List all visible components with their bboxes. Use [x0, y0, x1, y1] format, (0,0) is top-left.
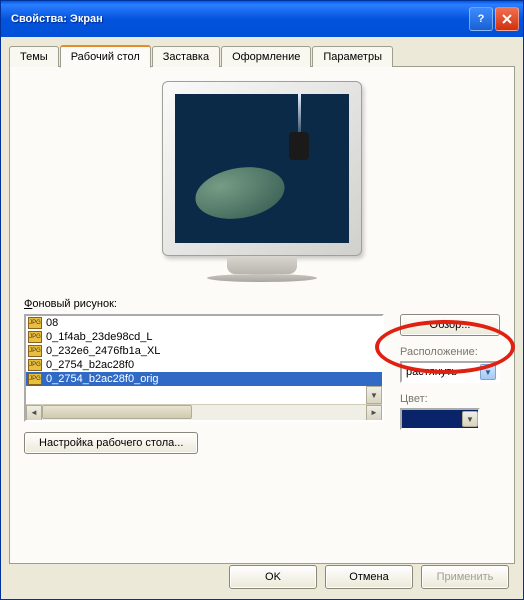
jpg-icon: JPG	[28, 373, 42, 385]
monitor-preview-wrap	[24, 81, 500, 282]
tab-appearance[interactable]: Оформление	[221, 46, 311, 67]
list-item[interactable]: JPG 08	[26, 316, 382, 330]
list-item[interactable]: JPG 0_232e6_2476fb1a_XL	[26, 344, 382, 358]
customize-desktop-button[interactable]: Настройка рабочего стола...	[24, 432, 198, 454]
ok-button[interactable]: OK	[229, 565, 317, 589]
list-item-label: 0_1f4ab_23de98cd_L	[46, 331, 152, 343]
hscroll-left-button[interactable]: ◄	[26, 405, 42, 421]
position-value: растянуть	[406, 366, 480, 378]
jpg-icon: JPG	[28, 359, 42, 371]
position-dropdown[interactable]: растянуть ▼	[400, 361, 500, 383]
monitor-frame	[162, 81, 362, 256]
window-title: Свойства: Экран	[11, 13, 469, 25]
tab-strip: Темы Рабочий стол Заставка Оформление Па…	[9, 45, 515, 67]
titlebar: Свойства: Экран ?	[1, 1, 523, 37]
color-picker[interactable]: ▼	[400, 408, 480, 430]
tab-panel-desktop: Фоновый рисунок: JPG 08 JPG 0_1f4ab_23de…	[9, 66, 515, 564]
titlebar-buttons: ?	[469, 7, 519, 31]
chevron-down-icon: ▼	[462, 411, 478, 427]
close-icon	[501, 13, 513, 25]
jpg-icon: JPG	[28, 345, 42, 357]
close-button[interactable]	[495, 7, 519, 31]
right-column: Обзор... Расположение: растянуть ▼ Цвет:…	[400, 314, 500, 430]
hscroll-thumb[interactable]	[42, 405, 192, 419]
list-item-label: 0_232e6_2476fb1a_XL	[46, 345, 160, 357]
cancel-button[interactable]: Отмена	[325, 565, 413, 589]
jpg-icon: JPG	[28, 317, 42, 329]
chevron-down-icon: ▼	[480, 364, 496, 380]
jpg-icon: JPG	[28, 331, 42, 343]
wallpaper-diver	[289, 132, 309, 160]
list-item[interactable]: JPG 0_2754_b2ac28f0_orig	[26, 372, 382, 386]
browse-button[interactable]: Обзор...	[400, 314, 500, 336]
wallpaper-submarine	[191, 161, 288, 226]
monitor-base	[207, 274, 317, 282]
customize-row: Настройка рабочего стола...	[24, 432, 388, 454]
hscroll-right-button[interactable]: ►	[366, 405, 382, 421]
background-listbox[interactable]: JPG 08 JPG 0_1f4ab_23de98cd_L JPG 0_232e…	[24, 314, 384, 422]
dialog-body: Темы Рабочий стол Заставка Оформление Па…	[1, 37, 523, 573]
position-label: Расположение:	[400, 346, 500, 358]
list-item[interactable]: JPG 0_1f4ab_23de98cd_L	[26, 330, 382, 344]
vscroll-down-button[interactable]: ▼	[366, 386, 382, 404]
display-properties-window: Свойства: Экран ? Темы Рабочий стол Заст…	[0, 0, 524, 600]
monitor-stand	[227, 256, 297, 274]
tab-settings[interactable]: Параметры	[312, 46, 393, 67]
tab-screensaver[interactable]: Заставка	[152, 46, 220, 67]
apply-button[interactable]: Применить	[421, 565, 509, 589]
list-item[interactable]: JPG 0_2754_b2ac28f0	[26, 358, 382, 372]
color-label: Цвет:	[400, 393, 500, 405]
hscrollbar[interactable]: ◄ ►	[26, 404, 382, 420]
list-item-label: 08	[46, 317, 58, 329]
listbox-inner: JPG 08 JPG 0_1f4ab_23de98cd_L JPG 0_232e…	[26, 316, 382, 406]
help-button[interactable]: ?	[469, 7, 493, 31]
list-column: JPG 08 JPG 0_1f4ab_23de98cd_L JPG 0_232e…	[24, 314, 388, 454]
tab-desktop[interactable]: Рабочий стол	[60, 45, 151, 68]
dialog-button-bar: OK Отмена Применить	[229, 565, 509, 589]
tab-themes[interactable]: Темы	[9, 46, 59, 67]
list-item-label: 0_2754_b2ac28f0_orig	[46, 373, 159, 385]
list-item-label: 0_2754_b2ac28f0	[46, 359, 134, 371]
monitor-screen	[175, 94, 349, 243]
monitor-preview	[162, 81, 362, 282]
background-label: Фоновый рисунок:	[24, 298, 500, 310]
background-row: JPG 08 JPG 0_1f4ab_23de98cd_L JPG 0_232e…	[24, 314, 500, 454]
hscroll-track[interactable]	[42, 405, 366, 421]
